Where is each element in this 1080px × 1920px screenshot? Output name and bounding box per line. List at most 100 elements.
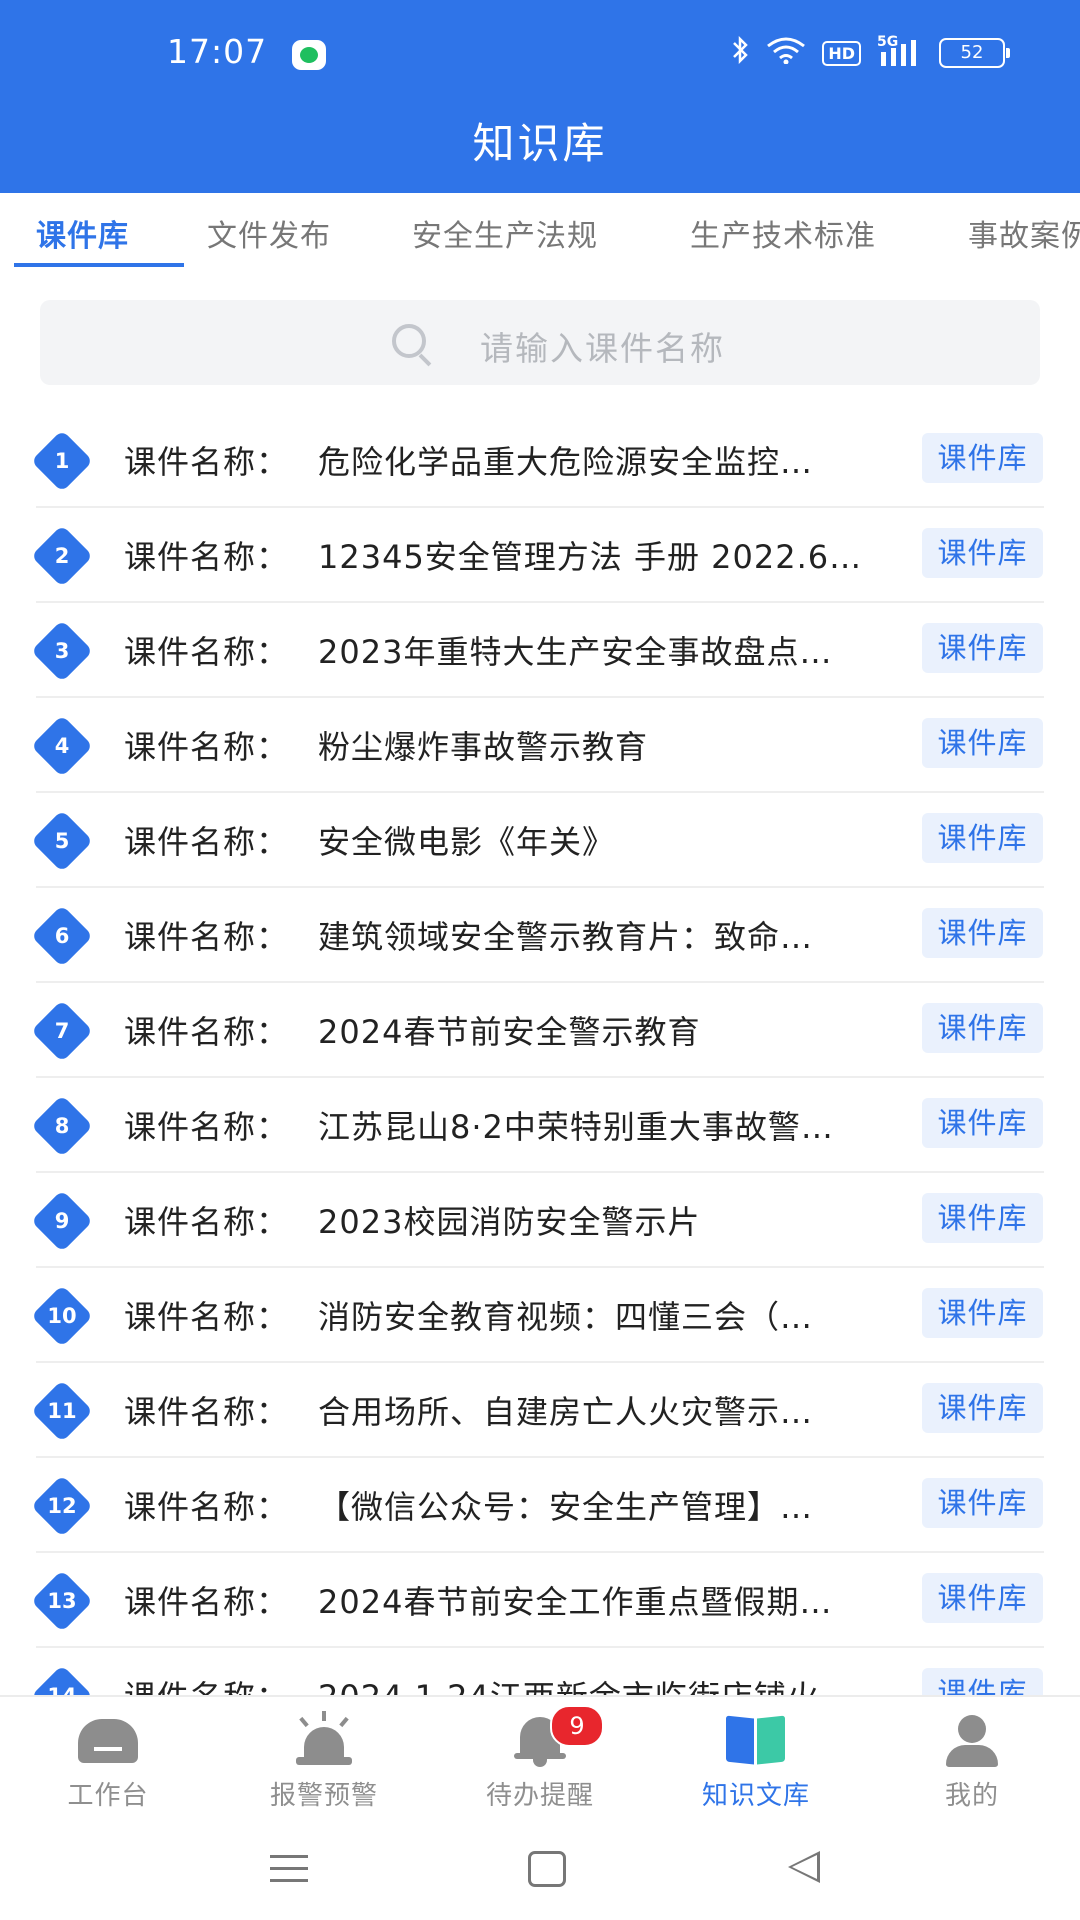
item-number: 1	[54, 449, 70, 473]
list-item[interactable]: 3 课件名称： 2023年重特大生产安全事故盘点… 课件库	[0, 603, 1080, 698]
list-item[interactable]: 12 课件名称： 【微信公众号：安全生产管理】… 课件库	[0, 1458, 1080, 1553]
user-icon	[942, 1711, 1002, 1767]
category-tag: 课件库	[922, 1478, 1043, 1528]
item-title: 2023校园消防安全警示片	[318, 1203, 701, 1241]
tab-file-release[interactable]: 文件发布	[207, 211, 331, 255]
list-item[interactable]: 8 课件名称： 江苏昆山8·2中荣特别重大事故警… 课件库	[0, 1078, 1080, 1173]
category-tag: 课件库	[922, 433, 1043, 483]
list-item[interactable]: 1 课件名称： 危险化学品重大危险源安全监控… 课件库	[0, 413, 1080, 508]
hd-icon: HD	[822, 40, 861, 66]
tab-safety-regulations[interactable]: 安全生产法规	[412, 211, 598, 255]
category-tag: 课件库	[922, 908, 1043, 958]
nav-label: 工作台	[67, 1781, 149, 1811]
home-icon[interactable]	[528, 1851, 566, 1887]
nav-mine[interactable]: 我的	[864, 1697, 1080, 1817]
item-number: 9	[54, 1209, 70, 1233]
wifi-icon	[766, 36, 806, 70]
status-time: 17:07	[167, 32, 268, 71]
item-number: 10	[47, 1304, 77, 1328]
item-label: 课件名称：	[124, 1393, 290, 1431]
item-label: 课件名称：	[124, 1488, 290, 1526]
item-title: 2024春节前安全警示教育	[318, 1013, 701, 1051]
category-tag: 课件库	[922, 528, 1043, 578]
category-tag: 课件库	[922, 1003, 1043, 1053]
item-number: 3	[54, 639, 70, 663]
item-label: 课件名称：	[124, 823, 290, 861]
category-tag: 课件库	[922, 1573, 1043, 1623]
bottom-navigation: 工作台 报警预警 待办提醒 知识文库 我的 9	[0, 1695, 1080, 1817]
item-label: 课件名称：	[124, 728, 290, 766]
item-label: 课件名称：	[124, 1298, 290, 1336]
list-item[interactable]: 14 课件名称： 2024.1.24江西新余市临街店铺火… 课件库	[0, 1648, 1080, 1695]
item-label: 课件名称：	[124, 918, 290, 956]
back-icon[interactable]	[788, 1851, 820, 1883]
list-item[interactable]: 11 课件名称： 合用场所、自建房亡人火灾警示… 课件库	[0, 1363, 1080, 1458]
nav-label: 知识文库	[701, 1781, 810, 1811]
item-label: 课件名称：	[124, 1108, 290, 1146]
item-number: 7	[54, 1019, 70, 1043]
category-tag: 课件库	[922, 1098, 1043, 1148]
category-tag: 课件库	[922, 1288, 1043, 1338]
list-item[interactable]: 2 课件名称： 12345安全管理方法 手册 2022.6… 课件库	[0, 508, 1080, 603]
tab-courseware[interactable]: 课件库	[36, 211, 129, 255]
item-title: 粉尘爆炸事故警示教育	[318, 728, 649, 766]
item-title: 2024春节前安全工作重点暨假期…	[318, 1583, 833, 1621]
category-tag: 课件库	[922, 1383, 1043, 1433]
alarm-light-icon	[294, 1711, 354, 1767]
category-tag: 课件库	[922, 623, 1043, 673]
item-label: 课件名称：	[124, 1672, 289, 1695]
item-title: 安全微电影《年关》	[318, 823, 616, 861]
item-title: 江苏昆山8·2中荣特别重大事故警…	[318, 1108, 834, 1146]
item-label: 课件名称：	[124, 1583, 290, 1621]
app-header: 17:07 HD 5G 52 知识库	[0, 0, 1080, 193]
search-input[interactable]: 请输入课件名称	[40, 300, 1040, 385]
battery-icon: 52	[939, 38, 1010, 68]
item-label: 课件名称：	[124, 538, 290, 576]
item-label: 课件名称：	[124, 1013, 290, 1051]
item-number: 2	[54, 544, 70, 568]
category-tag: 课件库	[922, 1193, 1043, 1243]
system-navigation-bar	[0, 1815, 1080, 1920]
notification-badge: 9	[550, 1705, 604, 1747]
list-item[interactable]: 9 课件名称： 2023校园消防安全警示片 课件库	[0, 1173, 1080, 1268]
nav-label: 待办提醒	[485, 1781, 594, 1811]
item-label: 课件名称：	[124, 633, 290, 671]
category-tag: 课件库	[922, 813, 1043, 863]
signal-icon: 5G	[877, 34, 923, 68]
dashboard-icon	[78, 1711, 138, 1767]
nav-todo-reminder[interactable]: 待办提醒	[432, 1697, 648, 1817]
list-item[interactable]: 4 课件名称： 粉尘爆炸事故警示教育 课件库	[0, 698, 1080, 793]
tab-technical-standards[interactable]: 生产技术标准	[690, 211, 876, 255]
item-number: 5	[54, 829, 70, 853]
active-tab-indicator	[14, 263, 184, 267]
item-title: 2024.1.24江西新余市临街店铺火…	[318, 1672, 910, 1695]
nav-knowledge-library[interactable]: 知识文库	[648, 1697, 864, 1817]
nav-label: 报警预警	[269, 1781, 378, 1811]
list-item[interactable]: 5 课件名称： 安全微电影《年关》 课件库	[0, 793, 1080, 888]
menu-icon[interactable]	[270, 1855, 308, 1883]
item-label: 课件名称：	[124, 1203, 290, 1241]
category-tag: 课件库	[922, 718, 1043, 768]
status-icons: HD 5G 52	[730, 34, 1010, 70]
book-icon	[726, 1711, 786, 1767]
item-number: 11	[47, 1399, 77, 1423]
list-item[interactable]: 10 课件名称： 消防安全教育视频：四懂三会（… 课件库	[0, 1268, 1080, 1363]
nav-alarm-warning[interactable]: 报警预警	[216, 1697, 432, 1817]
item-label: 课件名称：	[124, 443, 290, 481]
tab-accident-cases[interactable]: 事故案例	[968, 211, 1080, 255]
item-title: 12345安全管理方法 手册 2022.6…	[318, 538, 863, 576]
page-title: 知识库	[472, 119, 608, 168]
list-item[interactable]: 7 课件名称： 2024春节前安全警示教育 课件库	[0, 983, 1080, 1078]
category-tag: 课件库	[922, 1668, 1043, 1695]
list-item[interactable]: 13 课件名称： 2024春节前安全工作重点暨假期… 课件库	[0, 1553, 1080, 1648]
category-tabs: 课件库 文件发布 安全生产法规 生产技术标准 事故案例	[0, 193, 1080, 268]
nav-label: 我的	[944, 1781, 999, 1811]
courseware-list: 1 课件名称： 危险化学品重大危险源安全监控… 课件库 2 课件名称： 1234…	[0, 413, 1080, 1695]
item-title: 消防安全教育视频：四懂三会（…	[318, 1298, 814, 1336]
message-icon	[292, 40, 326, 70]
search-icon	[392, 324, 426, 358]
item-number: 4	[54, 734, 70, 758]
item-number: 13	[47, 1589, 77, 1613]
list-item[interactable]: 6 课件名称： 建筑领域安全警示教育片：致命… 课件库	[0, 888, 1080, 983]
nav-workbench[interactable]: 工作台	[0, 1697, 216, 1817]
